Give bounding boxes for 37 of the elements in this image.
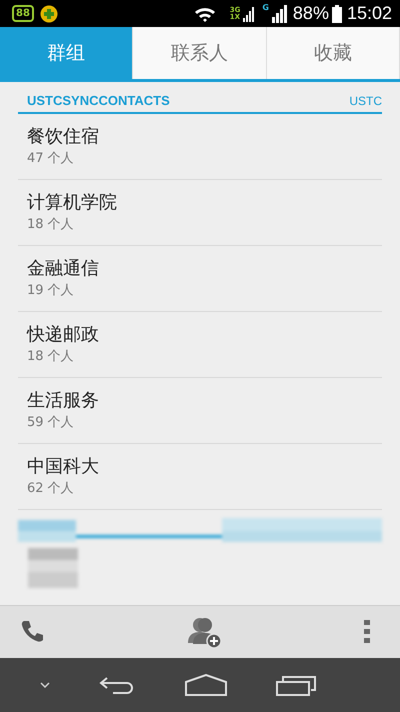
group-name: 快递邮政 xyxy=(27,323,100,347)
clock: 15:02 xyxy=(346,3,392,24)
member-count: 19 个人 xyxy=(27,282,75,300)
notification-badge: 88 xyxy=(12,5,34,22)
member-count: 18 个人 xyxy=(27,216,75,234)
group-row[interactable]: 金融通信 19 个人 xyxy=(18,246,382,312)
member-count: 59 个人 xyxy=(27,414,75,432)
group-row[interactable]: 计算机学院 18 个人 xyxy=(18,180,382,246)
home-icon[interactable] xyxy=(185,674,228,696)
member-count: 62 个人 xyxy=(27,480,75,498)
member-count: 18 个人 xyxy=(27,348,75,366)
group-name: 中国科大 xyxy=(27,455,100,479)
add-group-icon[interactable] xyxy=(187,615,223,649)
network-label: G xyxy=(262,3,269,12)
group-row[interactable]: 餐饮住宿 47 个人 xyxy=(18,114,382,180)
chevron-down-icon[interactable] xyxy=(40,682,50,688)
signal-icon xyxy=(243,6,256,22)
group-name: 金融通信 xyxy=(27,257,100,281)
group-row[interactable]: 生活服务 59 个人 xyxy=(18,378,382,444)
battery-icon xyxy=(332,4,342,22)
recent-apps-icon[interactable] xyxy=(276,674,316,696)
tab[interactable]: 收藏 xyxy=(266,27,400,79)
battery-percent: 88% xyxy=(292,3,329,24)
plus-circle-icon xyxy=(40,4,58,22)
group-name: 餐饮住宿 xyxy=(27,125,100,149)
member-count: 47 个人 xyxy=(27,150,75,168)
section-title: USTCSYNCCONTACTS xyxy=(26,93,170,108)
account-label: USTC xyxy=(349,94,382,108)
tab[interactable]: 联系人 xyxy=(133,27,267,79)
wifi-icon xyxy=(192,6,217,22)
group-name: 生活服务 xyxy=(27,389,100,413)
overflow-menu-icon[interactable] xyxy=(364,620,370,644)
signal-icon xyxy=(272,4,288,22)
pixelated-text-drawing xyxy=(28,548,78,588)
group-name: 计算机学院 xyxy=(27,191,118,215)
group-row[interactable]: 快递邮政 18 个人 xyxy=(18,312,382,378)
group-row[interactable]: 中国科大 62 个人 xyxy=(18,444,382,510)
